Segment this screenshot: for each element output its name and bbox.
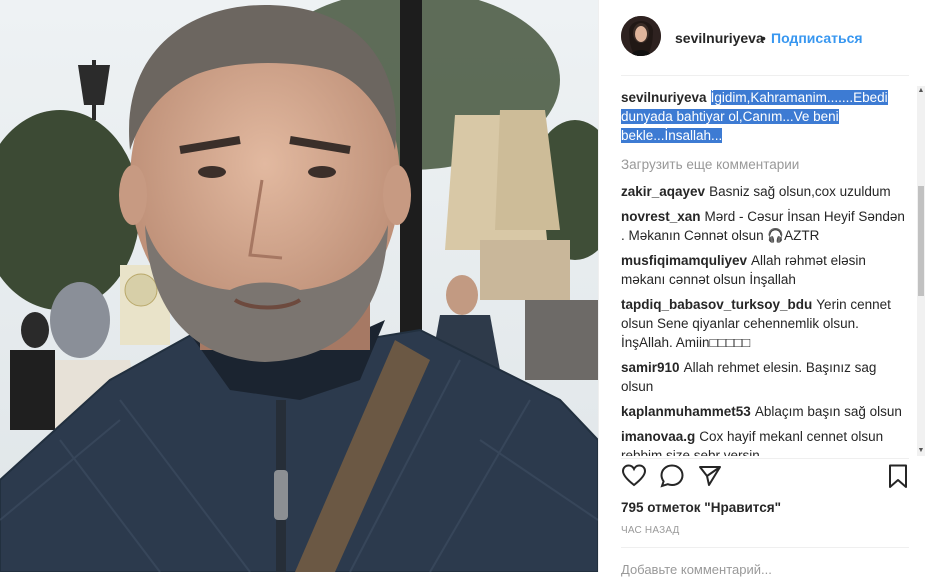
- post-photo[interactable]: [0, 0, 598, 572]
- heart-icon[interactable]: [621, 463, 649, 491]
- avatar[interactable]: [621, 16, 661, 56]
- comment-item: samir910 Allah rehmet elesin. Başınız sag…: [621, 358, 911, 396]
- comment-username[interactable]: kaplanmuhammet53: [621, 404, 751, 419]
- comment-text: Ablaçım başın sağ olsun: [754, 404, 902, 419]
- comment-icon[interactable]: [659, 463, 687, 491]
- comment-username[interactable]: samir910: [621, 360, 680, 375]
- header-username[interactable]: sevilnuriyeva: [675, 30, 764, 46]
- follow-button[interactable]: Подписаться: [771, 30, 863, 46]
- comments-scrollbar[interactable]: ▲ ▼: [917, 86, 925, 456]
- actions-divider: [621, 458, 909, 459]
- scroll-thumb[interactable]: [918, 186, 924, 296]
- caption: sevilnuriyeva İgidim,Kahramanim.......Ebe…: [621, 88, 911, 145]
- comment-item: tapdiq_babasov_turksoy_bdu Yerin cennet o…: [621, 295, 911, 352]
- comment-item: musfiqimamquliyev Allah rəhmət eləsin mək…: [621, 251, 911, 289]
- caption-username[interactable]: sevilnuriyeva: [621, 90, 707, 105]
- comment-username[interactable]: tapdiq_babasov_turksoy_bdu: [621, 297, 812, 312]
- photo-illustration: [0, 0, 598, 572]
- comment-input-divider: [621, 547, 909, 548]
- bookmark-icon[interactable]: [885, 463, 913, 491]
- header-divider: [621, 75, 909, 76]
- scroll-up-arrow-icon[interactable]: ▲: [917, 86, 925, 96]
- comment-username[interactable]: zakir_aqayev: [621, 184, 705, 199]
- add-comment-input[interactable]: Добавьте комментарий...: [621, 562, 772, 577]
- action-bar: [621, 463, 911, 493]
- comment-username[interactable]: imanovaa.g: [621, 429, 695, 444]
- comment-item: novrest_xan Mərd - Cəsur İnsan Heyif Sənd…: [621, 207, 911, 245]
- scroll-down-arrow-icon[interactable]: ▼: [917, 446, 925, 456]
- comment-username[interactable]: novrest_xan: [621, 209, 701, 224]
- comment-username[interactable]: musfiqimamquliyev: [621, 253, 747, 268]
- comment-item: kaplanmuhammet53 Ablaçım başın sağ olsun: [621, 402, 911, 421]
- header-separator: •: [761, 30, 766, 46]
- avatar-image: [621, 16, 661, 56]
- comment-text: Basniz sağ olsun,cox uzuldum: [709, 184, 891, 199]
- load-more-comments-button[interactable]: Загрузить еще комментарии: [621, 155, 911, 174]
- post-sidebar: sevilnuriyeva • Подписаться sevilnuriyev…: [598, 0, 927, 577]
- likes-count[interactable]: 795 отметок "Нравится": [621, 500, 781, 515]
- share-icon[interactable]: [697, 463, 725, 491]
- comments-list: sevilnuriyeva İgidim,Kahramanim.......Ebe…: [621, 88, 911, 456]
- post-timestamp[interactable]: ЧАС НАЗАД: [621, 525, 680, 536]
- comment-item: zakir_aqayev Basniz sağ olsun,cox uzuldum: [621, 182, 911, 201]
- comment-item: imanovaa.g Cox hayif mekanl cennet olsun …: [621, 427, 911, 456]
- post-header: sevilnuriyeva • Подписаться: [599, 0, 927, 75]
